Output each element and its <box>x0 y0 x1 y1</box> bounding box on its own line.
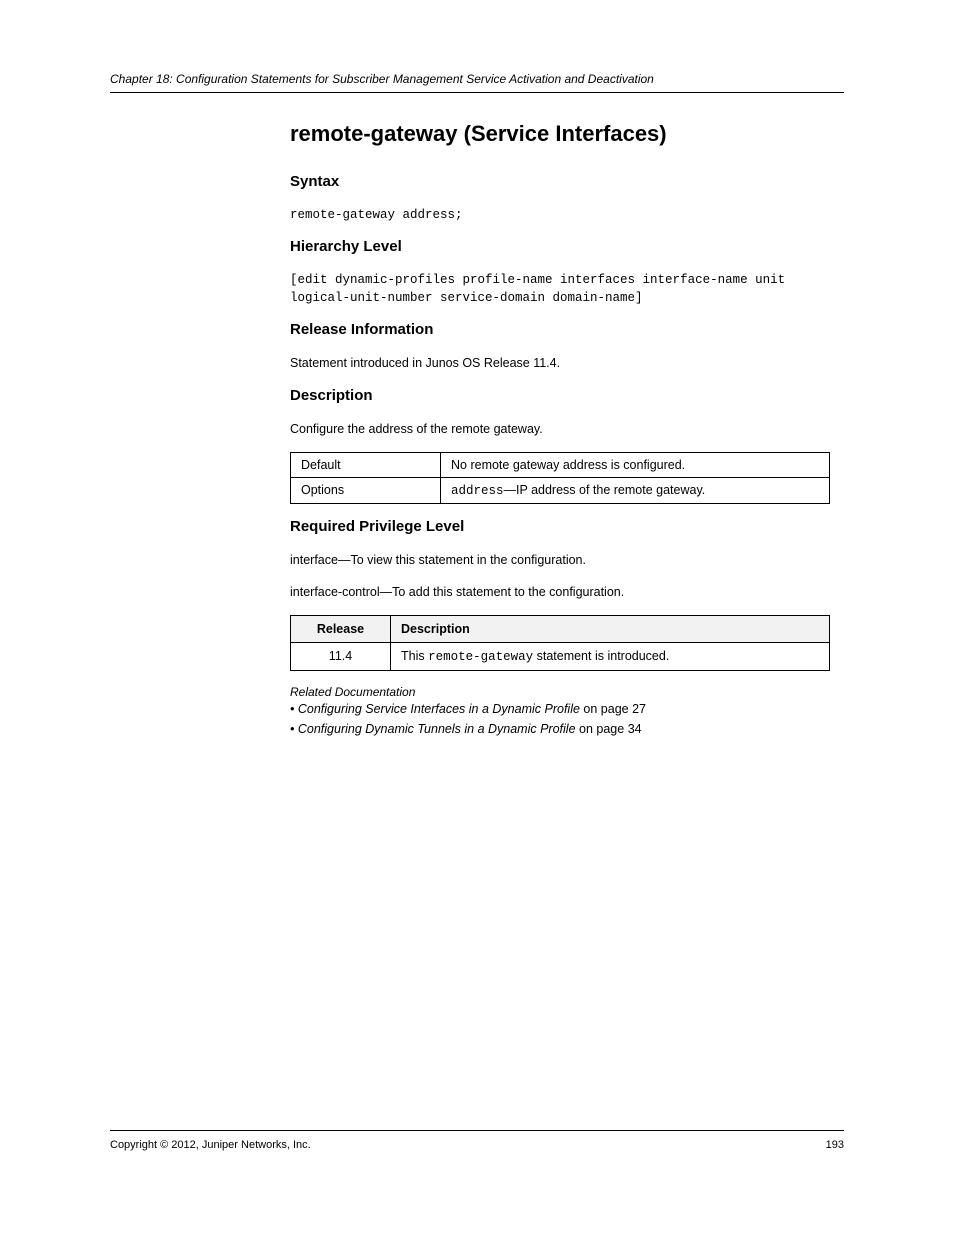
table-row: Default No remote gateway address is con… <box>291 452 830 477</box>
option-desc: —IP address of the remote gateway. <box>504 483 706 497</box>
section-syntax-label: Syntax <box>290 173 844 190</box>
footer-copyright: Copyright © 2012, Juniper Networks, Inc. <box>110 1139 311 1151</box>
related-item: Configuring Dynamic Tunnels in a Dynamic… <box>290 719 844 739</box>
required-line-2: interface-control—To add this statement … <box>290 583 844 601</box>
cell-options-label: Options <box>291 477 441 503</box>
related-doc-label: Related Documentation <box>290 685 844 699</box>
related-item-title: Configuring Dynamic Tunnels in a Dynamic… <box>298 722 576 736</box>
cell-release-desc: This remote-gateway statement is introdu… <box>391 642 830 670</box>
col-description: Description <box>391 615 830 642</box>
cell-options-value: address—IP address of the remote gateway… <box>441 477 830 503</box>
related-item: Configuring Service Interfaces in a Dyna… <box>290 699 844 719</box>
page-footer: Copyright © 2012, Juniper Networks, Inc.… <box>110 1130 844 1151</box>
required-line-1: interface—To view this statement in the … <box>290 551 844 569</box>
section-release-label: Release Information <box>290 321 844 338</box>
cell-release: 11.4 <box>291 642 391 670</box>
footer-page-number: 193 <box>826 1139 844 1151</box>
desc-post: statement is introduced. <box>533 649 669 663</box>
related-item-page-label: on page <box>583 702 632 716</box>
col-release: Release <box>291 615 391 642</box>
release-text: Statement introduced in Junos OS Release… <box>290 354 844 372</box>
table-row: Options address—IP address of the remote… <box>291 477 830 503</box>
option-var: address <box>451 484 504 498</box>
related-item-page-label: on page <box>579 722 628 736</box>
desc-stmt: remote-gateway <box>428 650 533 664</box>
cell-default-label: Default <box>291 452 441 477</box>
section-hierarchy-label: Hierarchy Level <box>290 238 844 255</box>
release-table: Release Description 11.4 This remote-gat… <box>290 615 830 671</box>
section-description-label: Description <box>290 387 844 404</box>
table-row: 11.4 This remote-gateway statement is in… <box>291 642 830 670</box>
syntax-code: remote-gateway address; <box>290 206 844 224</box>
options-table: Default No remote gateway address is con… <box>290 452 830 504</box>
related-item-page: 27 <box>632 702 646 716</box>
table-header-row: Release Description <box>291 615 830 642</box>
hierarchy-code: [edit dynamic-profiles profile-name inte… <box>290 271 844 307</box>
cell-default-value: No remote gateway address is configured. <box>441 452 830 477</box>
page-title: remote-gateway (Service Interfaces) <box>290 121 844 147</box>
related-item-title: Configuring Service Interfaces in a Dyna… <box>298 702 580 716</box>
related-doc-list: Configuring Service Interfaces in a Dyna… <box>290 699 844 739</box>
section-required-label: Required Privilege Level <box>290 518 844 535</box>
related-item-page: 34 <box>628 722 642 736</box>
page-header: Chapter 18: Configuration Statements for… <box>110 72 844 93</box>
header-left: Chapter 18: Configuration Statements for… <box>110 72 654 86</box>
description-text: Configure the address of the remote gate… <box>290 420 844 438</box>
desc-pre: This <box>401 649 428 663</box>
